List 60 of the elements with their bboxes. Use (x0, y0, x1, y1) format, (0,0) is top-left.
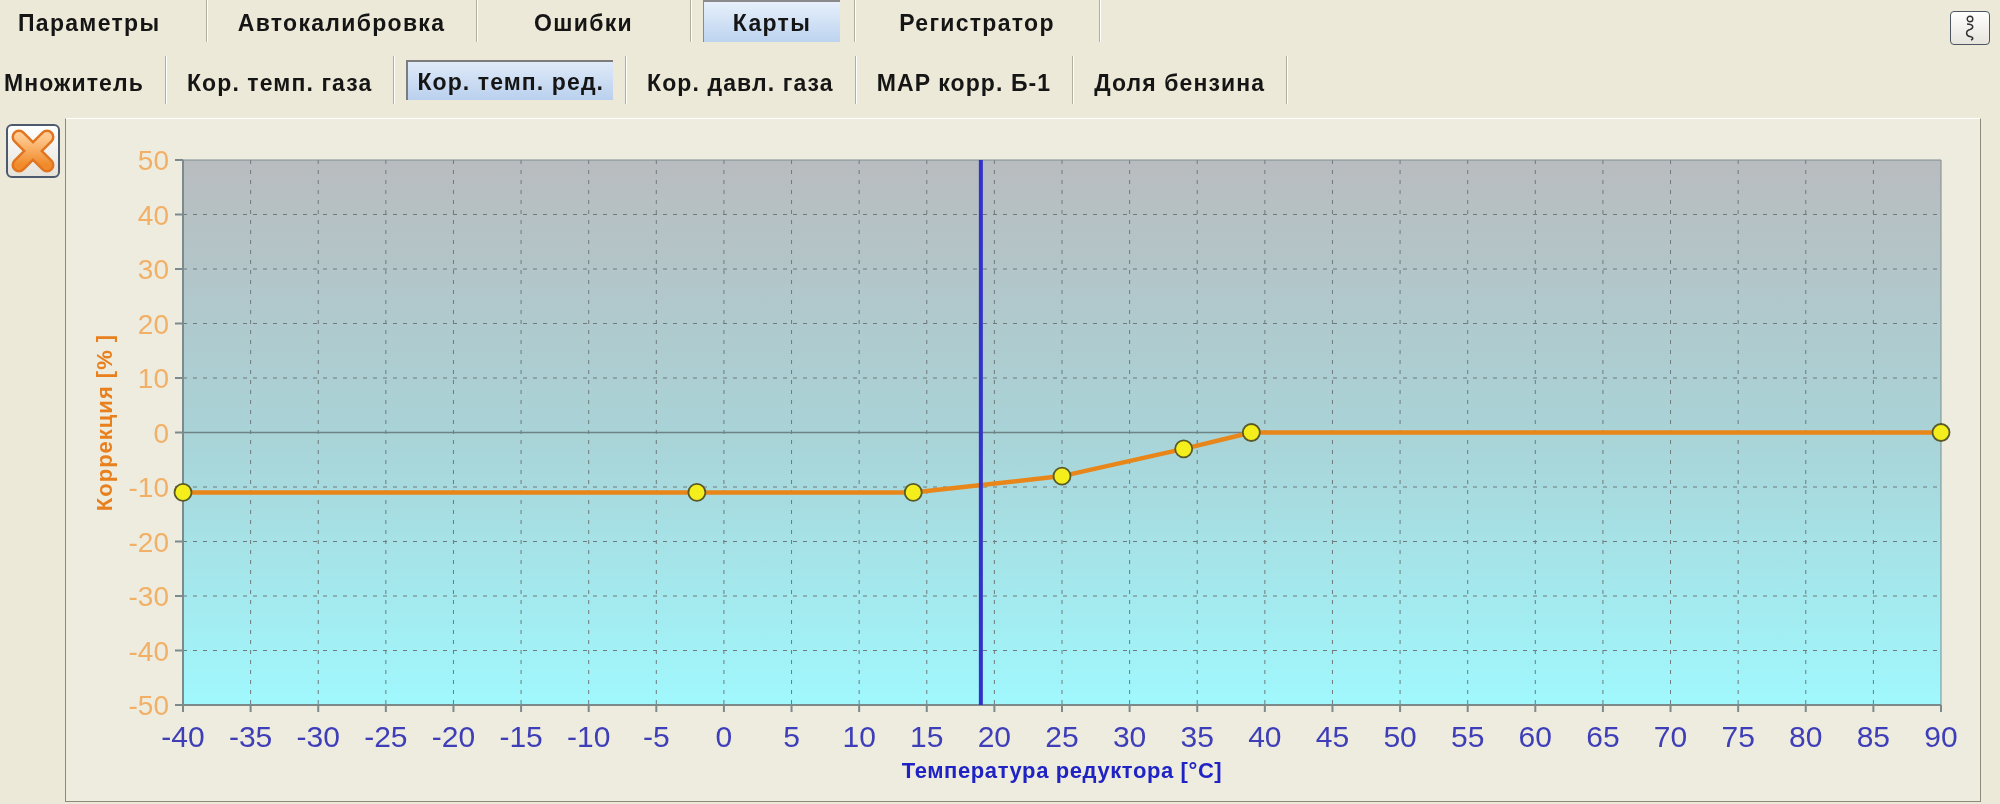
x-tick-label: 40 (1248, 720, 1282, 753)
subtab[interactable]: Кор. давл. газа (626, 56, 855, 104)
x-tick-label: 85 (1856, 720, 1891, 753)
subtab[interactable]: MAP корр. Б-1 (855, 56, 1073, 104)
y-tick-label: 30 (137, 254, 169, 285)
x-tick-label: -20 (431, 720, 476, 753)
x-tick-label: -30 (296, 720, 340, 753)
y-tick-label: -40 (128, 635, 169, 667)
x-tick-label: 60 (1518, 720, 1552, 753)
y-tick-label: 20 (137, 308, 169, 340)
x-tick-label: 35 (1180, 720, 1214, 753)
tab[interactable]: Карты (702, 0, 841, 42)
y-tick-label: -50 (128, 690, 169, 721)
info-button[interactable] (1950, 11, 1990, 45)
y-tick-label: 0 (153, 417, 169, 449)
x-tick-label: 80 (1789, 720, 1823, 753)
y-axis-title: Коррекция [% ] (92, 333, 117, 512)
y-tick-label: 50 (137, 145, 169, 176)
y-tick-label: -20 (128, 526, 169, 558)
tab[interactable]: Регистратор (855, 0, 1099, 42)
x-tick-label: 45 (1315, 720, 1350, 753)
data-point[interactable] (687, 483, 707, 502)
subtab[interactable]: Доля бензина (1073, 56, 1287, 104)
y-tick-label: 40 (137, 199, 169, 231)
x-tick-label: -40 (161, 720, 205, 753)
tab[interactable]: Автокалибровка (207, 0, 476, 42)
x-axis-title: Температура редуктора [°C] (901, 758, 1223, 783)
x-tick-label: 90 (1924, 720, 1958, 753)
x-tick-label: 50 (1383, 720, 1417, 753)
x-tick-label: 10 (842, 720, 876, 753)
x-tick-label: 20 (977, 720, 1012, 753)
data-point[interactable] (173, 483, 193, 502)
close-icon (11, 129, 55, 173)
y-tick-label: 10 (137, 363, 169, 394)
x-tick-label: 75 (1721, 720, 1755, 753)
x-tick-label: 5 (783, 720, 800, 753)
x-tick-label: 25 (1045, 720, 1079, 753)
data-point[interactable] (1052, 466, 1072, 486)
x-tick-label: -25 (364, 720, 408, 753)
data-point[interactable] (1174, 439, 1194, 459)
x-tick-label: -15 (499, 720, 543, 753)
x-tick-label: 70 (1653, 720, 1688, 753)
data-point[interactable] (1931, 423, 1951, 442)
x-tick-label: 15 (910, 720, 944, 753)
close-button[interactable] (6, 124, 60, 178)
x-tick-label: 55 (1451, 720, 1485, 753)
x-tick-label: 30 (1112, 720, 1147, 753)
tab[interactable]: Параметры (0, 0, 206, 42)
x-tick-label: -5 (642, 720, 670, 753)
subtab[interactable]: Кор. темп. ред. (406, 60, 614, 100)
subtab[interactable]: Кор. темп. газа (165, 56, 394, 104)
x-tick-label: -35 (228, 720, 273, 753)
y-tick-label: -30 (128, 581, 169, 612)
x-tick-label: 65 (1586, 720, 1620, 753)
data-point[interactable] (903, 483, 923, 502)
subtab[interactable]: Множитель (0, 56, 165, 104)
x-tick-label: 0 (715, 720, 733, 753)
tab[interactable]: Ошибки (477, 0, 690, 42)
x-tick-label: -10 (567, 720, 611, 753)
y-tick-label: -10 (128, 472, 169, 503)
